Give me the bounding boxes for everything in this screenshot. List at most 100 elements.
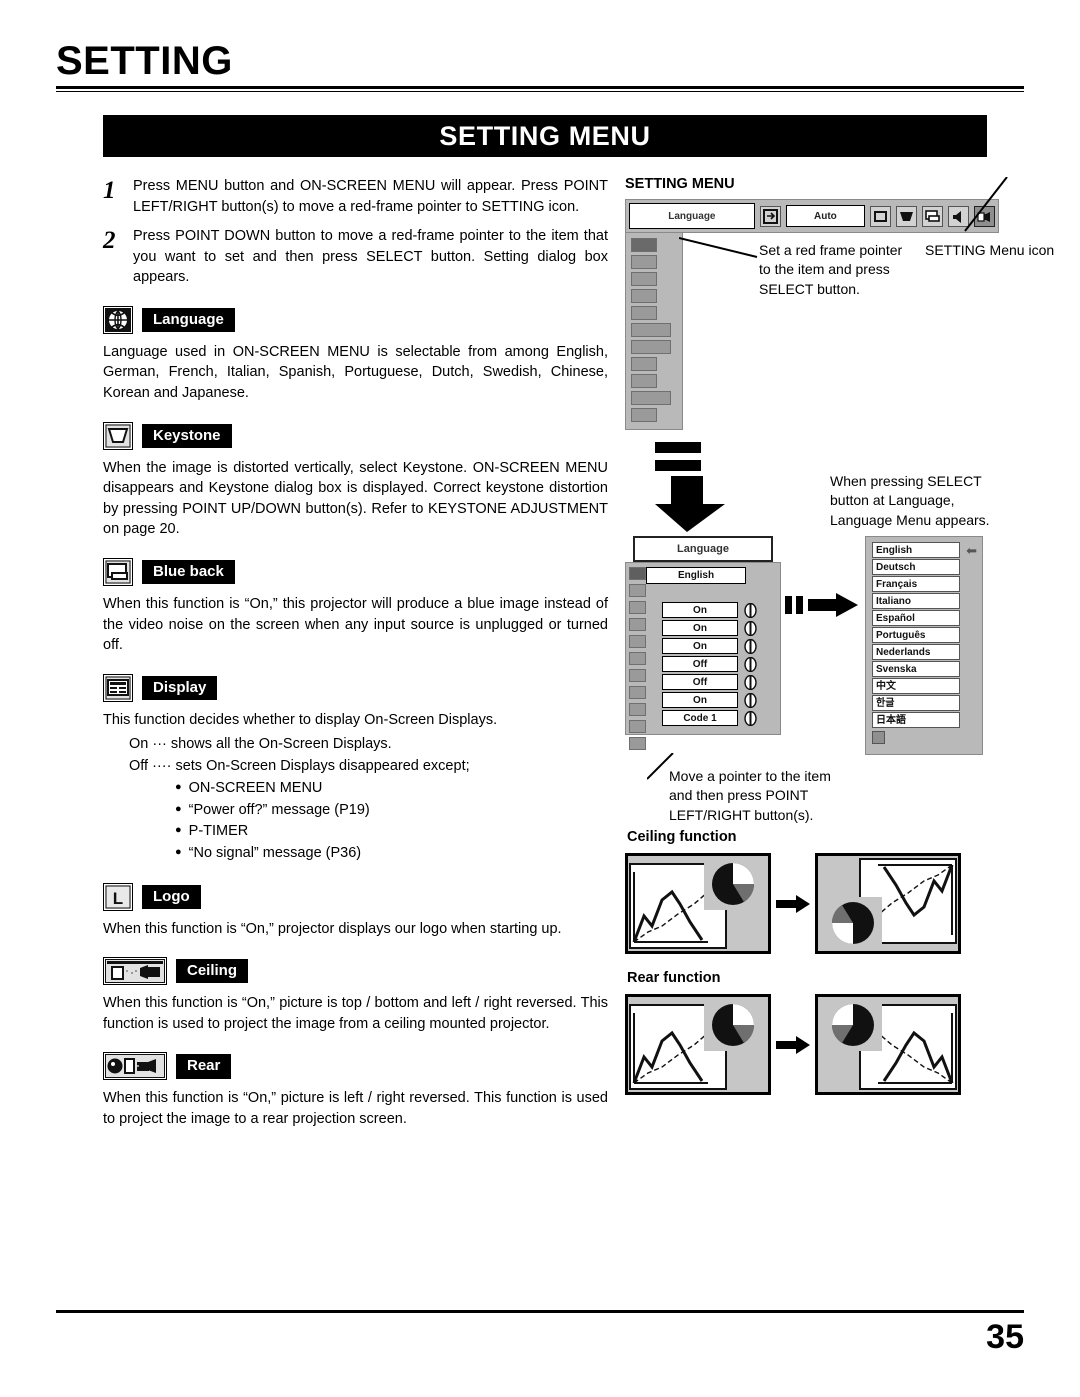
adjust-knob-icon[interactable] [744,692,757,708]
arrow-right-icon [785,593,858,617]
step-text: Press MENU button and ON-SCREEN MENU wil… [133,178,608,215]
dialog-value[interactable]: On [662,692,738,708]
language-menu[interactable]: ⬅ English Deutsch Français Italiano Espa… [865,536,983,755]
setting-dialog[interactable]: Language English On On On Off Off On Cod… [625,536,785,750]
dialog-language-value[interactable]: English [646,567,746,584]
osd-sidebar-item[interactable] [631,238,657,252]
osd-icon-sidebar[interactable] [625,233,683,430]
dialog-value[interactable]: On [662,620,738,636]
keystone-menu-icon[interactable] [896,205,917,227]
dialog-row[interactable]: On [662,692,774,708]
dialog-sidebar-item[interactable] [629,703,646,716]
callout-language-menu-text: When pressing SELECT button at Language,… [830,473,990,528]
step-1: 1 Press MENU button and ON-SCREEN MENU w… [103,176,608,217]
rear-function-diagram [625,994,1015,1095]
svg-text:L: L [113,889,123,908]
dialog-sidebar-item[interactable] [629,567,646,580]
osd-sidebar-item[interactable] [631,408,657,422]
osd-sidebar-item[interactable] [631,340,671,354]
adjust-knob-icon[interactable] [744,656,757,672]
dialog-row[interactable]: Off [662,656,774,672]
osd-sidebar-item[interactable] [631,289,657,303]
dialog-sidebar-item[interactable] [629,635,646,648]
section-label: Display [142,675,218,700]
dialog-title: Language [633,536,773,562]
section-banner: SETTING MENU [103,115,987,157]
language-option[interactable]: 日本語 [872,712,960,728]
language-option[interactable]: Português [872,627,960,643]
osd-sidebar-item[interactable] [631,272,657,286]
dialog-value[interactable]: Code 1 [662,710,738,726]
blue-back-menu-icon[interactable] [922,205,943,227]
dialog-value[interactable]: On [662,602,738,618]
dialog-row[interactable]: On [662,620,774,636]
step-number: 1 [103,177,116,204]
list-item-label: P-TIMER [188,823,249,840]
osd-sidebar-item[interactable] [631,255,657,269]
dialog-sidebar-item[interactable] [629,584,646,597]
dialog-row[interactable]: Off [662,674,774,690]
language-option[interactable]: 한글 [872,695,960,711]
arrow-down-icon [655,476,725,532]
dialog-sidebar-item[interactable] [629,737,646,750]
language-option[interactable]: Français [872,576,960,592]
input-icon[interactable] [759,205,781,227]
language-menu-quit-icon[interactable] [872,731,885,744]
language-option[interactable]: English [872,542,960,558]
section-body: This function decides whether to display… [103,711,498,728]
language-option[interactable]: Español [872,610,960,626]
dialog-body[interactable]: English On On On Off Off On Code 1 [625,562,781,750]
adjust-knob-icon[interactable] [744,602,757,618]
section-label: Ceiling [176,959,249,984]
blue-back-icon [103,557,133,586]
callout-leader-line [679,237,758,258]
dialog-sidebar-item[interactable] [629,669,646,682]
bullet-dot: ● [175,824,182,837]
projection-ceiling-reversed [815,853,961,954]
dialog-sidebar-item[interactable] [629,720,646,733]
display-bullets: ● ON-SCREEN MENU ● “Power off?” message (P… [175,778,608,865]
dialog-row[interactable]: On [662,602,774,618]
dialog-row[interactable]: Code 1 [662,710,774,726]
language-option[interactable]: Svenska [872,661,960,677]
language-option[interactable]: Nederlands [872,644,960,660]
adjust-knob-icon[interactable] [744,710,757,726]
dialog-value[interactable]: Off [662,656,738,672]
osd-auto-value[interactable]: Auto [785,205,865,227]
ceiling-function-title: Ceiling function [627,829,737,845]
section-body: When this function is “On,” picture is l… [103,1090,608,1128]
dialog-values[interactable]: English On On On Off Off On Code 1 [646,567,774,726]
dialog-sidebar-item[interactable] [629,601,646,614]
adjust-knob-icon[interactable] [744,674,757,690]
section-heading-language: Language [103,305,608,334]
dialog-sidebar-item[interactable] [629,652,646,665]
dialog-value[interactable]: On [662,638,738,654]
dialog-sidebar-item[interactable] [629,686,646,699]
dialog-value[interactable]: Off [662,674,738,690]
dialog-sidebar-item[interactable] [629,618,646,631]
page-number: 35 [986,1318,1024,1356]
osd-sidebar-item[interactable] [631,306,657,320]
dialog-row[interactable]: On [662,638,774,654]
adjust-knob-icon[interactable] [744,620,757,636]
language-option[interactable]: 中文 [872,678,960,694]
rear-function-title: Rear function [627,970,721,986]
osd-sidebar-item[interactable] [631,391,671,405]
osd-menu-bar[interactable]: Language Auto [625,199,999,233]
adjust-knob-icon[interactable] [744,638,757,654]
language-option[interactable]: Italiano [872,593,960,609]
dialog-icon-sidebar[interactable] [629,567,649,754]
osd-sidebar-item[interactable] [631,374,657,388]
ceiling-icon [103,957,167,986]
dialog-row-language[interactable]: English [646,567,774,584]
section-heading-display: Display [103,673,608,702]
image-size-icon[interactable] [870,205,891,227]
display-icon [103,673,133,702]
osd-sidebar-item[interactable] [631,323,671,337]
rear-icon [103,1052,167,1081]
osd-sidebar-item[interactable] [631,357,657,371]
section-label: Rear [176,1054,232,1079]
language-option[interactable]: Deutsch [872,559,960,575]
step-number: 2 [103,227,116,255]
section-label: Language [142,307,235,333]
